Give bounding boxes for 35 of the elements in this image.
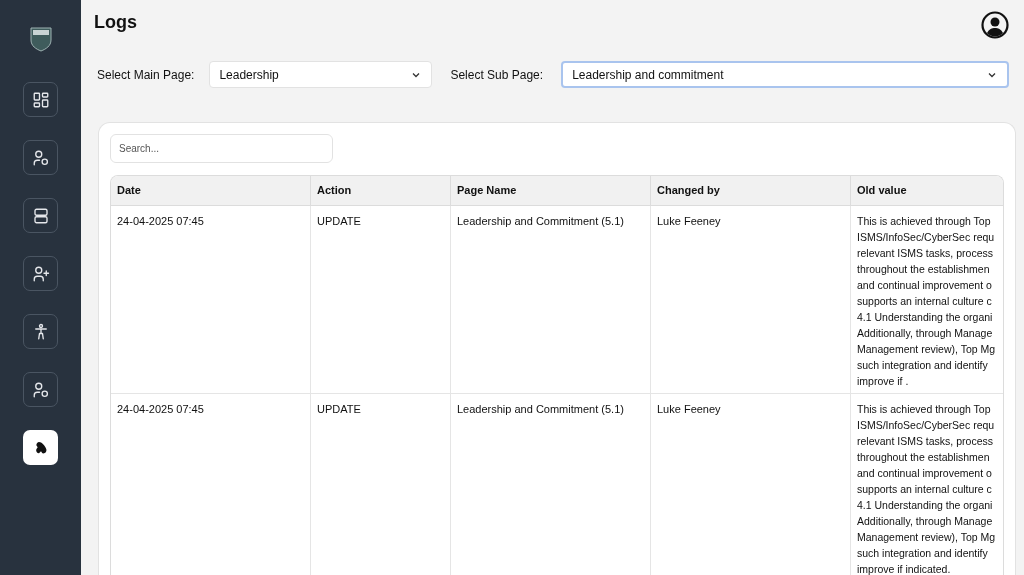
page-select[interactable]: Leadership and commitment [561, 61, 1010, 88]
user-plus-icon [31, 264, 50, 283]
sidebar-item[interactable] [23, 430, 58, 465]
table-cell: 24-04-2025 07:45 [111, 206, 311, 393]
table-cell: UPDATE [311, 206, 451, 393]
page-select[interactable]: Leadership [209, 61, 433, 88]
table-cell: Luke Feeney [651, 206, 851, 393]
table-cell: UPDATE [311, 394, 451, 575]
dashboard-icon [31, 90, 50, 109]
rows-icon [31, 206, 50, 225]
sidebar-item[interactable] [23, 314, 58, 349]
column-header: Date [111, 176, 311, 205]
table-cell: 24-04-2025 07:45 [111, 394, 311, 575]
column-header: Old value [856, 183, 908, 199]
search-field[interactable]: Search... [110, 134, 333, 163]
shield-logo-icon [29, 26, 52, 52]
sidebar-item[interactable] [23, 140, 58, 175]
table-cell: Leadership and Commitment (5.1) [451, 206, 651, 393]
sidebar-item[interactable] [23, 256, 58, 291]
column-header: Page Name [451, 176, 651, 205]
table-cell: Luke Feeney [651, 394, 851, 575]
table-cell-text: This is achieved through Top ISMS/InfoSec/CyberSec requ relevant ISMS tasks, process throughout the establishmen and continual improvement o supports an internal culture c 4.1 Understanding the organi Additionally, through Manage Management review), Top Mg such integration and identify improve if indicated. [857, 402, 997, 575]
user-gear-icon [31, 380, 50, 399]
user-gear-icon [31, 148, 50, 167]
sidebar-item[interactable] [23, 82, 58, 117]
column-header: Changed by [651, 176, 851, 205]
filter-label: Select Sub Page: [450, 66, 544, 84]
table-cell-text: This is achieved through Top ISMS/InfoSec/CyberSec requ relevant ISMS tasks, process throughout the establishmen and continual improvement o supports an internal culture c 4.1 Understanding the organi Additionally, through Manage Management review), Top Mg such integration and identify improve if . [857, 214, 997, 389]
account-icon[interactable] [981, 11, 1009, 39]
sidebar-item[interactable] [23, 198, 58, 233]
filter-label: Select Main Page: [97, 66, 195, 84]
column-header: Action [311, 176, 451, 205]
table-cell: Leadership and Commitment (5.1) [451, 394, 651, 575]
page-title: Logs [94, 11, 137, 33]
sidebar-item[interactable] [23, 372, 58, 407]
